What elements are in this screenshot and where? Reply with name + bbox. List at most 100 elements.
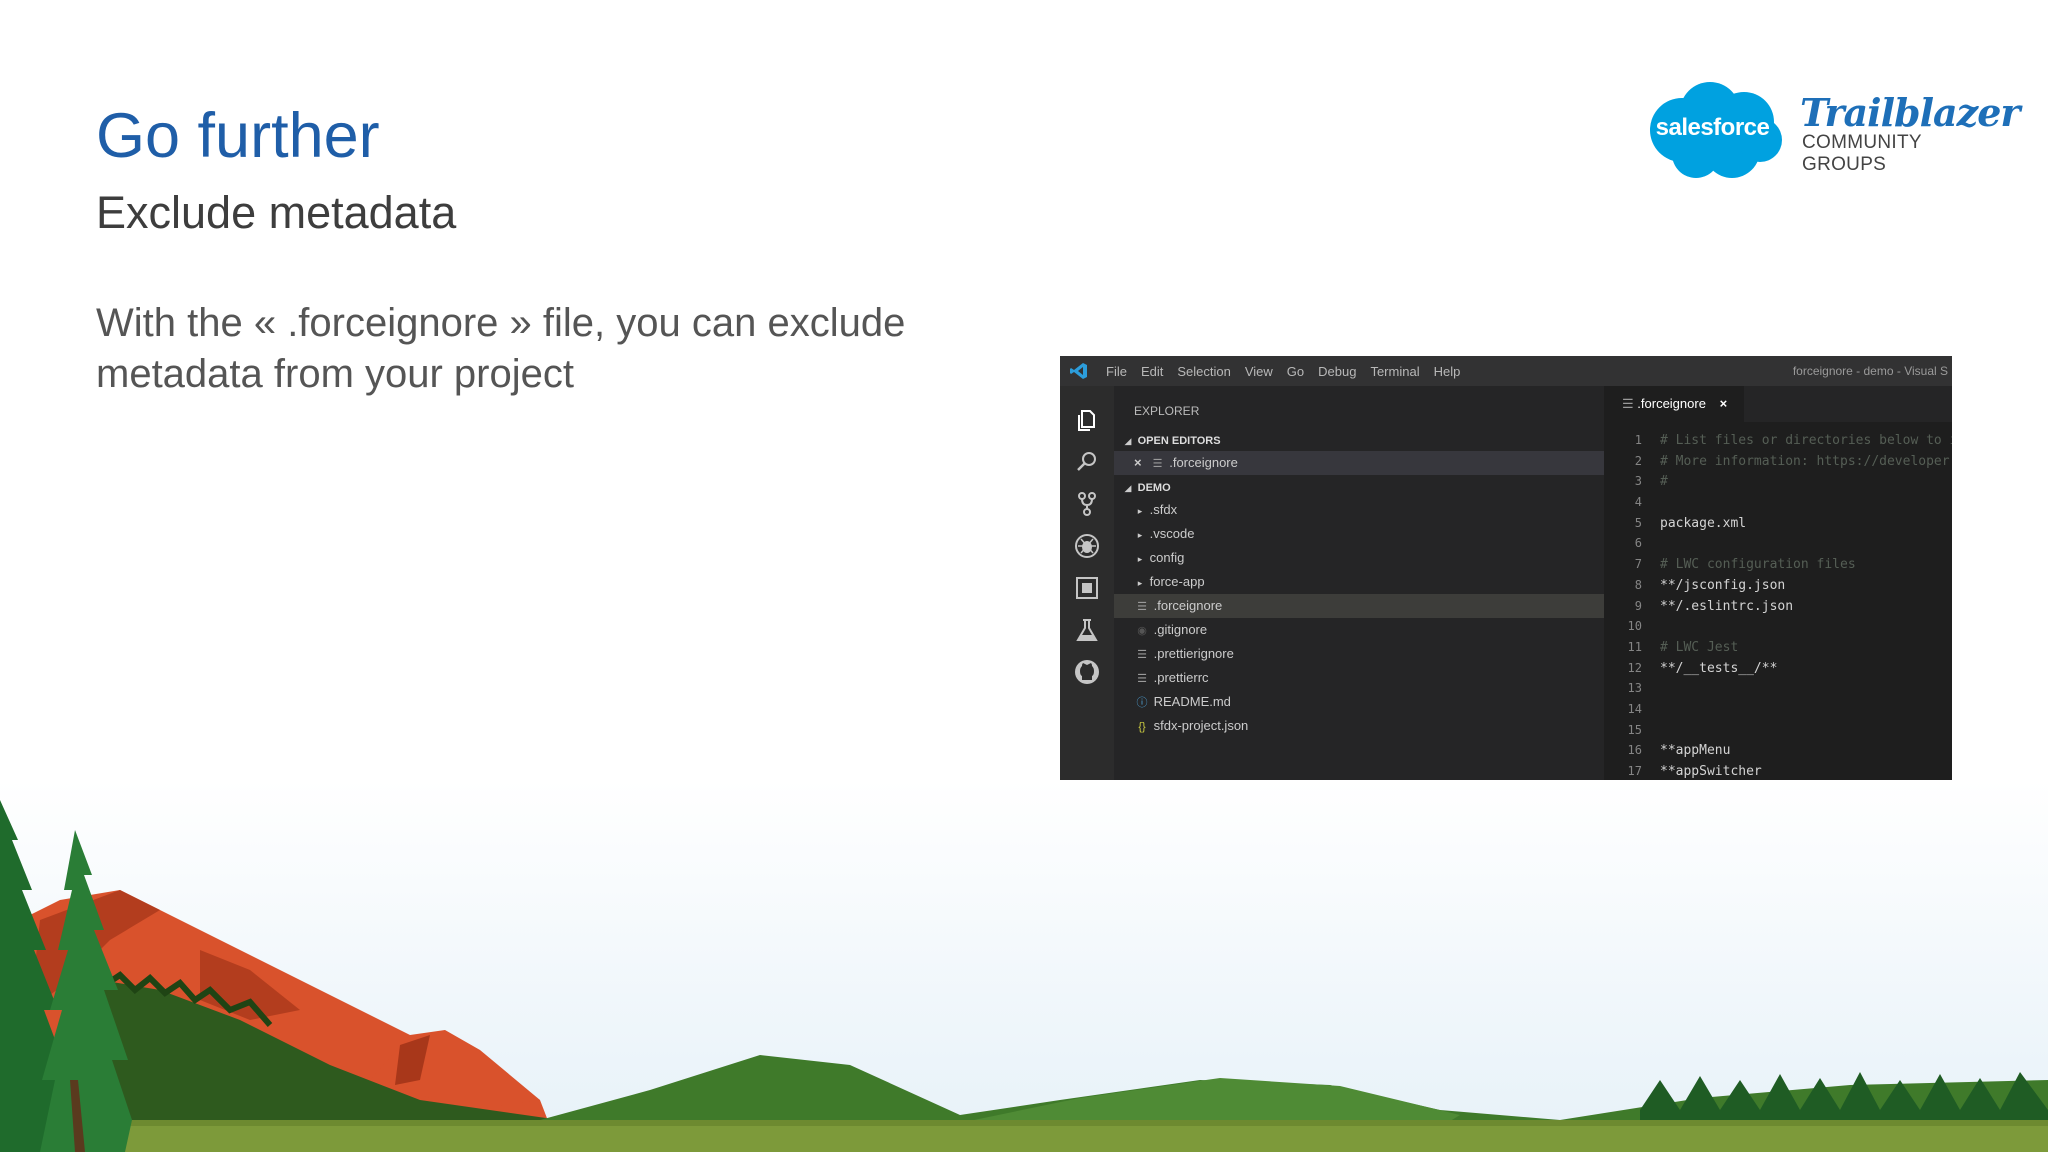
json-braces-icon: {} (1138, 721, 1146, 733)
code-lines[interactable]: 1 # List files or directories below to ig… (1604, 430, 1952, 803)
line-number: 4 (1634, 495, 1642, 510)
code-line: 2 # More information: https://developer.s… (1604, 451, 1952, 472)
code-line: 1 # List files or directories below to ig (1604, 430, 1952, 451)
tree-file-prettierignore[interactable]: ☰ .prettierignore (1114, 642, 1604, 666)
line-text: **/__tests__/** (1660, 660, 1778, 676)
line-number: 10 (1627, 619, 1642, 634)
test-flask-icon[interactable] (1073, 616, 1101, 644)
code-line: 10 (1604, 616, 1952, 637)
line-number: 7 (1634, 557, 1642, 572)
chevron-down-icon: ◢ (1124, 483, 1132, 493)
file-lines-icon: ☰ (1622, 396, 1634, 411)
tree-folder-vscode[interactable]: ▸ .vscode (1114, 522, 1604, 546)
menu-item-view[interactable]: View (1245, 364, 1273, 379)
line-text: **/.eslintrc.json (1660, 598, 1794, 614)
tree-file-prettierrc[interactable]: ☰ .prettierrc (1114, 666, 1604, 690)
line-number: 14 (1627, 701, 1642, 716)
tab-forceignore[interactable]: ☰ .forceignore × (1604, 386, 1744, 422)
tree-folder-sfdx[interactable]: ▸ .sfdx (1114, 498, 1604, 522)
tree-file-gitignore[interactable]: ◉ .gitignore (1114, 618, 1604, 642)
tree-item-label: .prettierignore (1153, 646, 1234, 661)
salesforce-logo-text: salesforce (1655, 114, 1770, 141)
tab-bar: ☰ .forceignore × (1604, 386, 1952, 422)
code-line: 12 **/__tests__/** (1604, 658, 1952, 679)
line-text: # LWC Jest (1660, 639, 1739, 655)
chevron-right-icon: ▸ (1137, 506, 1143, 516)
menu-item-go[interactable]: Go (1287, 364, 1304, 379)
open-editors-section[interactable]: ◢ OPEN EDITORS (1114, 428, 1604, 452)
chevron-right-icon: ▸ (1137, 554, 1143, 564)
menu-items: File Edit Selection View Go Debug Terminal Help (1106, 364, 1460, 379)
slide-body: With the « .forceignore » file, you can … (96, 301, 906, 396)
tree-item-label: .sfdx (1149, 502, 1178, 517)
tab-label: .forceignore (1637, 396, 1706, 411)
search-icon[interactable] (1073, 448, 1101, 476)
line-number: 2 (1634, 453, 1642, 468)
line-number: 1 (1634, 433, 1642, 447)
tree-file-readme-md[interactable]: ⓘ README.md (1114, 690, 1604, 714)
slide-subtitle: Exclude metadata (96, 187, 457, 238)
menu-item-debug[interactable]: Debug (1318, 364, 1356, 379)
line-number: 3 (1634, 474, 1642, 489)
tree-item-label: force-app (1149, 574, 1205, 589)
chevron-right-icon: ▸ (1137, 578, 1143, 588)
close-icon[interactable]: × (1720, 396, 1728, 411)
line-number: 9 (1634, 598, 1642, 613)
extensions-icon[interactable] (1073, 574, 1101, 602)
tree-item-label: .prettierrc (1153, 670, 1209, 685)
tree-item-label: .forceignore (1153, 598, 1223, 613)
tree-file-sfdx-project-json[interactable]: {} sfdx-project.json (1114, 714, 1604, 738)
menu-item-file[interactable]: File (1106, 364, 1127, 379)
explorer-header: EXPLORER (1134, 404, 1200, 418)
trailblazer-logo-text: Trailblazer (1800, 90, 2020, 135)
open-editors-title: OPEN EDITORS (1137, 435, 1221, 447)
code-line: 16 **appMenu (1604, 740, 1952, 761)
line-number: 5 (1634, 515, 1642, 530)
line-number: 11 (1627, 639, 1642, 654)
code-line: 11 # LWC Jest (1604, 637, 1952, 658)
chevron-down-icon: ◢ (1124, 436, 1132, 446)
tree-file-forceignore[interactable]: ☰ .forceignore (1114, 594, 1604, 618)
code-line: 6 (1604, 533, 1952, 554)
menu-item-terminal[interactable]: Terminal (1370, 364, 1419, 379)
trailblazer-logo: salesforce Trailblazer COMMUNITY GROUPS (1640, 78, 2020, 188)
line-text: **/jsconfig.json (1660, 577, 1786, 593)
line-number: 8 (1634, 577, 1642, 592)
tree-item-label: sfdx-project.json (1153, 718, 1249, 733)
tree-item-label: config (1149, 550, 1185, 565)
line-text: # More information: https://developer.sa (1660, 453, 1952, 469)
window-title: forceignore - demo - Visual S (1792, 364, 1948, 378)
tree-folder-config[interactable]: ▸ config (1114, 546, 1604, 570)
tree-item-label: .gitignore (1153, 622, 1208, 637)
file-lines-icon: ☰ (1137, 673, 1147, 685)
code-line: 14 (1604, 699, 1952, 720)
open-editor-item[interactable]: × ☰ .forceignore (1114, 451, 1604, 475)
debug-icon[interactable] (1073, 532, 1101, 560)
github-icon[interactable] (1073, 658, 1101, 686)
menu-item-selection[interactable]: Selection (1177, 364, 1230, 379)
line-number: 16 (1627, 743, 1642, 758)
code-line: 9 **/.eslintrc.json (1604, 596, 1952, 617)
community-groups-text: COMMUNITY GROUPS (1802, 132, 1922, 175)
code-line: 8 **/jsconfig.json (1604, 575, 1952, 596)
code-line: 15 (1604, 720, 1952, 741)
line-text: # (1660, 474, 1668, 490)
landscape-illustration (0, 780, 2048, 1152)
menu-bar: File Edit Selection View Go Debug Terminal Help… (1060, 356, 1952, 386)
close-icon[interactable]: × (1134, 455, 1142, 470)
line-text: **appSwitcher (1660, 764, 1762, 779)
demo-folder-section[interactable]: ◢ DEMO (1114, 475, 1604, 499)
line-number: 13 (1627, 681, 1642, 696)
menu-item-help[interactable]: Help (1434, 364, 1461, 379)
tree-folder-force-app[interactable]: ▸ force-app (1114, 570, 1604, 594)
menu-item-edit[interactable]: Edit (1141, 364, 1163, 379)
tree-item-label: .vscode (1149, 526, 1195, 541)
files-icon[interactable] (1073, 406, 1101, 434)
chevron-right-icon: ▸ (1137, 530, 1143, 540)
line-number: 6 (1634, 536, 1642, 551)
file-lines-icon: ☰ (1137, 649, 1147, 661)
source-control-icon[interactable] (1073, 490, 1101, 518)
slide-title: Go further (96, 101, 380, 171)
line-text: **appMenu (1660, 743, 1731, 759)
info-icon: ⓘ (1136, 697, 1148, 709)
